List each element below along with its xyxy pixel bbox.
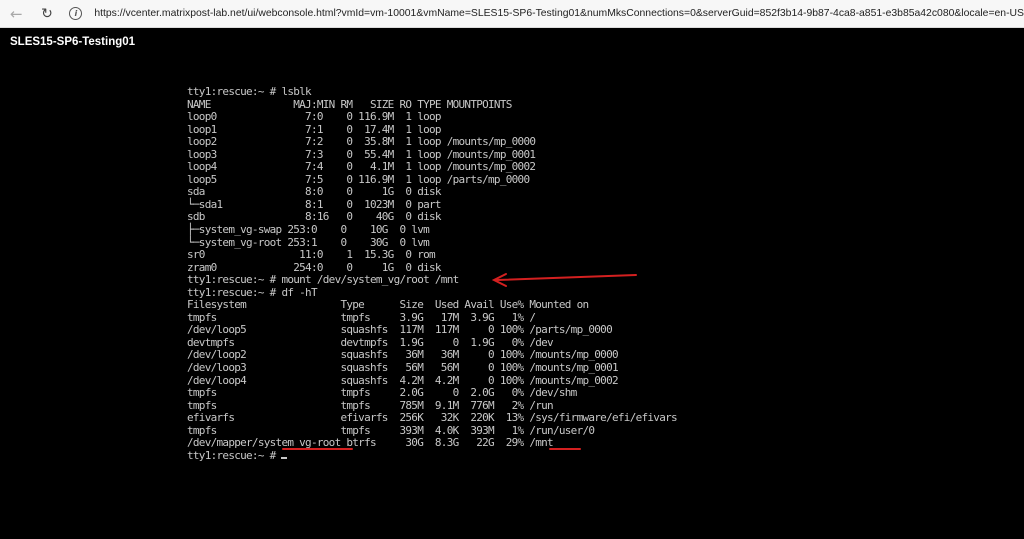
terminal-line: ├─system_vg-swap 253:0 0 10G 0 lvm	[187, 223, 430, 237]
arrow-left-icon[interactable]: ←	[8, 5, 25, 23]
terminal-line: tty1:rescue:~ # lsblk	[187, 85, 312, 98]
info-icon[interactable]: i	[69, 7, 83, 20]
reload-icon[interactable]: ↻	[39, 5, 56, 23]
console-terminal[interactable]: tty1:rescue:~ # lsblk NAME MAJ:MIN RM SIZ…	[187, 85, 678, 463]
terminal-line: /dev/loop3 squashfs 56M 56M 0 100% /moun…	[187, 361, 619, 375]
terminal-line: loop4 7:4 0 4.1M 1 loop /mounts/mp_0002	[187, 160, 536, 174]
browser-toolbar: ← ↻ i https://vcenter.matrixpost-lab.net…	[0, 0, 1024, 28]
terminal-line: tty1:rescue:~ # mount /dev/system_vg/roo…	[187, 273, 459, 287]
url-text[interactable]: https://vcenter.matrixpost-lab.net/ui/we…	[94, 8, 1024, 19]
terminal-line: loop0 7:0 0 116.9M 1 loop	[187, 110, 442, 124]
address-bar[interactable]: i https://vcenter.matrixpost-lab.net/ui/…	[69, 3, 1024, 25]
terminal-line: Filesystem Type Size Used Avail Use% Mou…	[187, 298, 589, 312]
terminal-line: tmpfs tmpfs 2.0G 0 2.0G 0% /dev/shm	[187, 386, 577, 400]
terminal-line: efivarfs efivarfs 256K 32K 220K 13% /sys…	[187, 411, 678, 425]
terminal-line: loop2 7:2 0 35.8M 1 loop /mounts/mp_0000	[187, 135, 536, 149]
terminal-line: /dev/mapper/system_vg-root btrfs 30G 8.3…	[187, 436, 554, 450]
vm-name-title: SLES15-SP6-Testing01	[10, 36, 136, 48]
terminal-line: sr0 11:0 1 15.3G 0 rom	[187, 248, 436, 262]
terminal-line: tty1:rescue:~ #	[187, 449, 677, 463]
terminal-cursor	[281, 456, 288, 459]
